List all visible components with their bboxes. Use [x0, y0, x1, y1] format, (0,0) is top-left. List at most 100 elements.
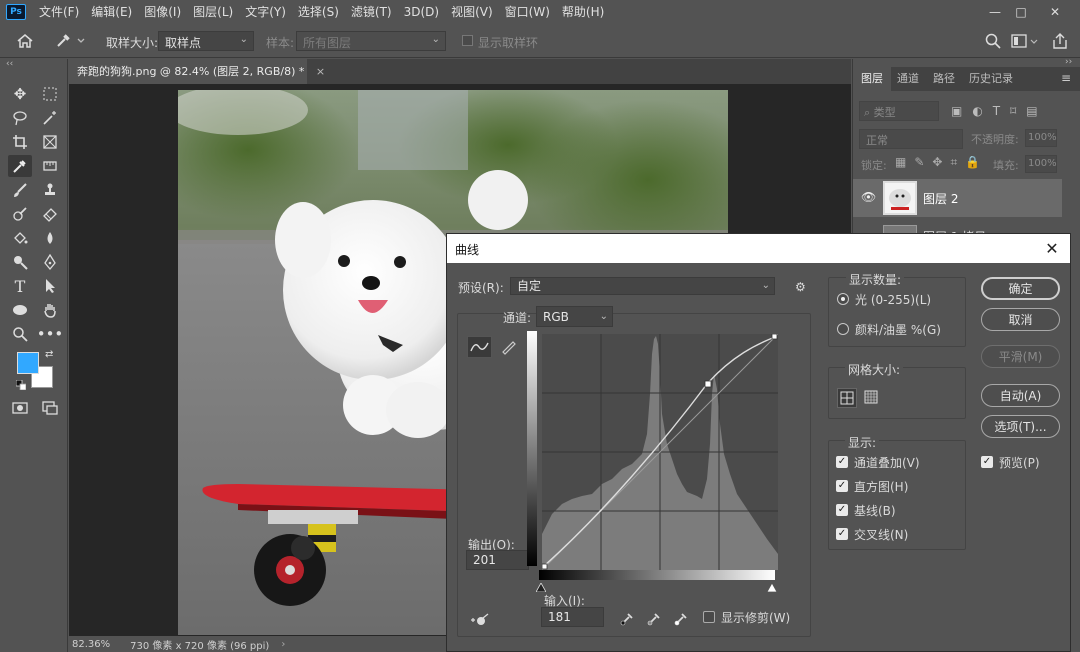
channel-overlay-checkbox[interactable]: ✓ [836, 456, 848, 468]
fill-field[interactable]: 100% [1025, 155, 1057, 173]
output-field[interactable]: 201 [466, 550, 529, 570]
dodge-tool-icon[interactable] [8, 251, 32, 273]
paint-bucket-tool-icon[interactable] [8, 227, 32, 249]
output-gradient-bar [527, 331, 537, 566]
close-icon[interactable]: ✕ [1040, 236, 1064, 260]
history-brush-tool-icon[interactable] [8, 203, 32, 225]
sample-select[interactable]: 所有图层 ⌄ [296, 31, 446, 51]
path-selection-tool-icon[interactable] [38, 275, 62, 297]
close-window-button[interactable]: ✕ [1040, 0, 1070, 24]
cancel-button[interactable]: 取消 [981, 308, 1060, 331]
grid-simple-icon[interactable] [837, 388, 857, 408]
menu-item[interactable]: 图像(I) [138, 0, 187, 24]
zoom-level[interactable]: 82.36% [72, 639, 110, 650]
input-field[interactable]: 181 [541, 607, 604, 627]
baseline-checkbox[interactable]: ✓ [836, 504, 848, 516]
collapse-toolbar-icon[interactable]: ‹‹ [6, 59, 13, 69]
curve-graph[interactable] [541, 333, 779, 571]
home-icon[interactable] [14, 31, 36, 51]
layer-name[interactable]: 图层 2 [923, 190, 958, 207]
menu-item[interactable]: 滤镜(T) [345, 0, 398, 24]
layer-visibility-eye-icon[interactable]: 👁 [861, 190, 876, 204]
layer-filter-icons[interactable]: ▣◐T⌑▤ [951, 104, 1048, 118]
screen-mode-icon[interactable] [38, 397, 62, 419]
dialog-titlebar: 曲线 ✕ [447, 234, 1070, 263]
move-tool-icon[interactable]: ✥ [8, 83, 32, 105]
default-colors-icon[interactable] [15, 379, 27, 391]
blur-tool-icon[interactable] [38, 227, 62, 249]
crop-tool-icon[interactable] [8, 131, 32, 153]
share-icon[interactable] [1050, 31, 1070, 51]
white-point-slider[interactable] [766, 581, 778, 593]
menu-item[interactable]: 窗口(W) [499, 0, 556, 24]
on-image-adjust-icon[interactable] [469, 612, 491, 628]
smooth-button[interactable]: 平滑(M) [981, 345, 1060, 368]
black-point-slider[interactable] [535, 581, 547, 593]
stamp-tool-icon[interactable] [38, 179, 62, 201]
intersection-line-checkbox[interactable]: ✓ [836, 528, 848, 540]
workspace-icon[interactable] [1010, 32, 1040, 50]
tab-channels[interactable]: 通道 [889, 67, 927, 91]
zoom-tool-icon[interactable] [8, 323, 32, 345]
status-expand-icon[interactable]: › [281, 639, 285, 650]
menu-item[interactable]: 帮助(H) [556, 0, 610, 24]
maximize-button[interactable]: □ [1006, 0, 1036, 24]
lasso-tool-icon[interactable] [8, 107, 32, 129]
tab-layers[interactable]: 图层 [853, 67, 891, 91]
collapse-panel-icon[interactable]: ›› [1065, 57, 1072, 67]
more-tools-icon[interactable]: ••• [37, 323, 64, 345]
channel-select[interactable]: RGB ⌄ [536, 306, 613, 327]
menu-item[interactable]: 视图(V) [445, 0, 499, 24]
show-ring-checkbox[interactable] [462, 35, 473, 46]
opacity-field[interactable]: 100% [1025, 129, 1057, 147]
curve-point-tool-icon[interactable] [467, 336, 492, 358]
curve-pencil-tool-icon[interactable] [499, 336, 519, 356]
quick-mask-icon[interactable] [8, 397, 32, 419]
type-tool-icon[interactable]: T [8, 275, 32, 297]
preview-checkbox[interactable]: ✓ [981, 456, 993, 468]
auto-button[interactable]: 自动(A) [981, 384, 1060, 407]
show-clipping-checkbox[interactable] [703, 611, 715, 623]
light-radio[interactable] [837, 293, 849, 305]
lock-icons[interactable]: ▦✎✥⌗🔒 [895, 155, 988, 170]
eraser-tool-icon[interactable] [38, 203, 62, 225]
tab-paths[interactable]: 路径 [925, 67, 963, 91]
pen-tool-icon[interactable] [38, 251, 62, 273]
white-eyedropper-icon[interactable] [673, 609, 691, 627]
menu-item[interactable]: 文字(Y) [239, 0, 292, 24]
menu-item[interactable]: 3D(D) [398, 0, 445, 24]
foreground-color-swatch[interactable] [17, 352, 39, 374]
layer-row-active[interactable]: 👁 图层 2 [853, 179, 1062, 217]
panel-menu-icon[interactable]: ≡ [1061, 71, 1071, 85]
preset-select[interactable]: 自定 ⌄ [510, 277, 775, 295]
preset-options-gear-icon[interactable]: ⚙ [795, 280, 809, 294]
swap-colors-icon[interactable]: ⇄ [45, 349, 53, 360]
grid-detailed-icon[interactable] [862, 388, 882, 408]
document-tab[interactable]: 奔跑的狗狗.png @ 82.4% (图层 2, RGB/8) * × [69, 59, 325, 84]
eyedropper-preset-icon[interactable] [52, 31, 88, 51]
menu-item[interactable]: 图层(L) [187, 0, 239, 24]
brush-tool-icon[interactable] [8, 179, 32, 201]
ok-button[interactable]: 确定 [981, 277, 1060, 300]
histogram-checkbox[interactable]: ✓ [836, 480, 848, 492]
menu-item[interactable]: 文件(F) [33, 0, 85, 24]
eyedropper-tool-icon[interactable] [8, 155, 32, 177]
pigment-radio[interactable] [837, 323, 849, 335]
tab-history[interactable]: 历史记录 [961, 67, 1021, 91]
black-eyedropper-icon[interactable] [619, 609, 637, 627]
marquee-tool-icon[interactable] [38, 83, 62, 105]
gray-eyedropper-icon[interactable] [646, 609, 664, 627]
frame-tool-icon[interactable] [38, 131, 62, 153]
close-tab-icon[interactable]: × [316, 65, 325, 78]
sample-size-select[interactable]: 取样点 ⌄ [158, 31, 254, 51]
menu-item[interactable]: 编辑(E) [85, 0, 138, 24]
search-icon[interactable] [984, 32, 1002, 50]
options-button[interactable]: 选项(T)... [981, 415, 1060, 438]
layer-filter-select[interactable]: ⌕ 类型 [859, 101, 939, 121]
hand-tool-icon[interactable] [38, 299, 62, 321]
menu-item[interactable]: 选择(S) [292, 0, 345, 24]
magic-wand-tool-icon[interactable] [38, 107, 62, 129]
ellipse-tool-icon[interactable] [8, 299, 32, 321]
ruler-tool-icon[interactable] [38, 155, 62, 177]
blend-mode-select[interactable]: 正常 [859, 129, 963, 149]
